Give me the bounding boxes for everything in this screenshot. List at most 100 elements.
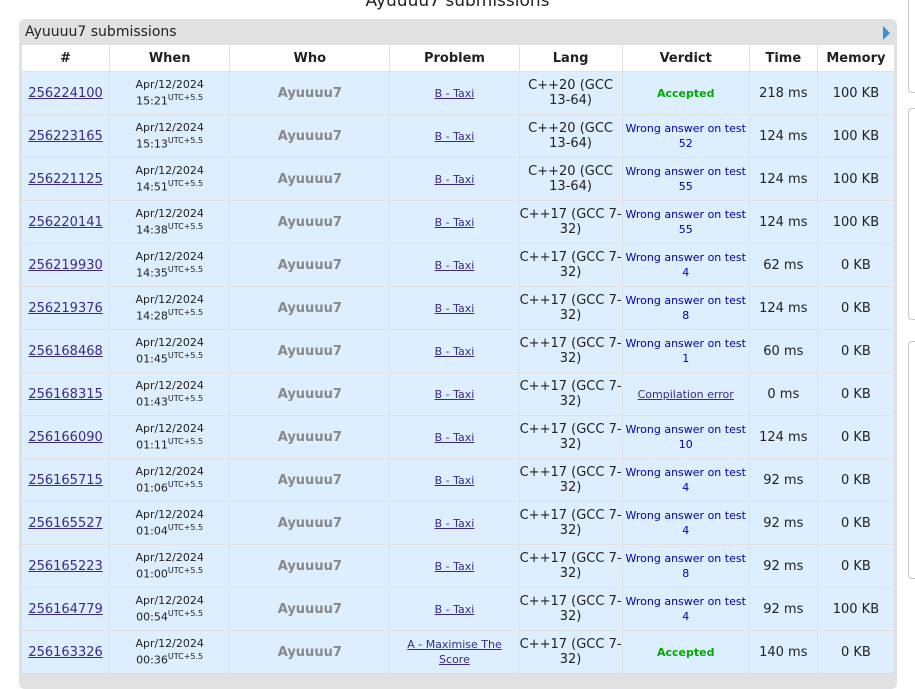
memory-usage: 0 KB [840,343,871,359]
submission-id-link[interactable]: 256165715 [28,473,102,488]
submission-id-link[interactable]: 256163326 [28,645,102,660]
submission-id-link[interactable]: 256164779 [28,602,102,617]
submission-date: Apr/12/2024 [135,551,204,565]
memory-cell: 0 KB [817,545,894,587]
run-time: 0 ms [767,386,800,402]
verdict-wrong-answer: Wrong answer on test 4 [625,251,746,279]
who-cell: Ayuuuu7 [230,115,390,157]
memory-usage: 100 KB [832,214,880,230]
when-cell: Apr/12/2024 01:06UTC+5.5 [110,459,230,501]
timezone-label: UTC+5.5 [167,93,204,103]
user-handle-link[interactable]: Ayuuuu7 [278,258,342,273]
problem-link[interactable]: B - Taxi [435,130,475,143]
user-handle-link[interactable]: Ayuuuu7 [278,215,342,230]
problem-link[interactable]: B - Taxi [435,345,475,358]
submission-id-link[interactable]: 256219930 [28,258,102,273]
problem-link[interactable]: B - Taxi [435,517,475,530]
submission-id-link[interactable]: 256220141 [28,215,102,230]
user-handle-link[interactable]: Ayuuuu7 [278,559,342,574]
submission-id-link[interactable]: 256165223 [28,559,102,574]
problem-link[interactable]: B - Taxi [435,87,475,100]
submission-id-cell: 256223165 [22,115,110,157]
language-label: C++17 (GCC 7-32) [519,207,622,237]
memory-cell: 100 KB [817,158,894,200]
problem-link[interactable]: B - Taxi [435,259,475,272]
problem-link[interactable]: A - Maximise The Score [407,638,502,666]
when-cell: Apr/12/2024 00:54UTC+5.5 [110,588,230,630]
next-arrow-icon[interactable] [883,26,890,40]
user-handle-link[interactable]: Ayuuuu7 [278,602,342,617]
memory-cell: 100 KB [817,201,894,243]
language-label: C++20 (GCC 13-64) [528,164,613,194]
user-handle-link[interactable]: Ayuuuu7 [278,129,342,144]
submission-id-link[interactable]: 256221125 [28,172,102,187]
user-handle-link[interactable]: Ayuuuu7 [278,86,342,101]
memory-usage: 0 KB [840,472,871,488]
submission-id-link[interactable]: 256168468 [28,344,102,359]
verdict-cell: Accepted [622,72,749,114]
user-handle-link[interactable]: Ayuuuu7 [278,430,342,445]
verdict-cell: Wrong answer on test 4 [622,244,749,286]
run-time: 124 ms [759,214,808,230]
user-handle-link[interactable]: Ayuuuu7 [278,344,342,359]
timezone-label: UTC+5.5 [167,136,204,146]
submission-id-link[interactable]: 256224100 [28,86,102,101]
problem-link[interactable]: B - Taxi [435,603,475,616]
timezone-label: UTC+5.5 [167,437,204,447]
time-cell: 92 ms [749,545,817,587]
submission-id-cell: 256224100 [22,72,110,114]
when-cell: Apr/12/2024 01:11UTC+5.5 [110,416,230,458]
submission-id-cell: 256165527 [22,502,110,544]
submission-time: 01:06 [136,481,168,495]
user-handle-link[interactable]: Ayuuuu7 [278,301,342,316]
page-heading: Ayuuuu7 submissions [365,0,550,11]
problem-link[interactable]: B - Taxi [435,216,475,229]
lang-cell: C++17 (GCC 7-32) [519,588,622,630]
memory-cell: 0 KB [817,416,894,458]
problem-link[interactable]: B - Taxi [435,560,475,573]
submission-id-link[interactable]: 256219376 [28,301,102,316]
user-handle-link[interactable]: Ayuuuu7 [278,172,342,187]
submission-id-link[interactable]: 256166090 [28,430,102,445]
submission-id-cell: 256220141 [22,201,110,243]
problem-cell: B - Taxi [390,459,519,501]
verdict-cell: Wrong answer on test 4 [622,459,749,501]
problem-link[interactable]: B - Taxi [435,173,475,186]
submission-date: Apr/12/2024 [135,637,204,651]
who-cell: Ayuuuu7 [230,631,390,673]
problem-link[interactable]: B - Taxi [435,474,475,487]
problem-cell: B - Taxi [390,373,519,415]
submission-time: 14:35 [136,266,168,280]
user-handle-link[interactable]: Ayuuuu7 [278,645,342,660]
col-header-lang: Lang [519,45,622,71]
problem-link[interactable]: B - Taxi [435,388,475,401]
table-row: 256219376 Apr/12/2024 14:28UTC+5.5 Ayuuuu7 B… [22,287,894,329]
lang-cell: C++17 (GCC 7-32) [519,631,622,673]
submission-time: 01:43 [136,395,168,409]
submission-id-cell: 256163326 [22,631,110,673]
submission-id-link[interactable]: 256165527 [28,516,102,531]
memory-usage: 100 KB [832,171,880,187]
submission-date: Apr/12/2024 [135,465,204,479]
time-cell: 92 ms [749,502,817,544]
user-handle-link[interactable]: Ayuuuu7 [278,516,342,531]
col-header-verdict: Verdict [622,45,749,71]
who-cell: Ayuuuu7 [230,373,390,415]
verdict-cell: Wrong answer on test 52 [622,115,749,157]
col-header-who: Who [230,45,390,71]
when-cell: Apr/12/2024 00:36UTC+5.5 [110,631,230,673]
language-label: C++17 (GCC 7-32) [519,637,622,667]
table-row: 256221125 Apr/12/2024 14:51UTC+5.5 Ayuuuu7 B… [22,158,894,200]
submission-id-link[interactable]: 256168315 [28,387,102,402]
time-cell: 124 ms [749,416,817,458]
language-label: C++17 (GCC 7-32) [519,594,622,624]
user-handle-link[interactable]: Ayuuuu7 [278,387,342,402]
verdict-compilation-error-link[interactable]: Compilation error [638,388,734,401]
problem-link[interactable]: B - Taxi [435,302,475,315]
run-time: 92 ms [763,472,804,488]
problem-link[interactable]: B - Taxi [435,431,475,444]
who-cell: Ayuuuu7 [230,502,390,544]
submission-id-link[interactable]: 256223165 [28,129,102,144]
user-handle-link[interactable]: Ayuuuu7 [278,473,342,488]
submission-date: Apr/12/2024 [135,207,204,221]
